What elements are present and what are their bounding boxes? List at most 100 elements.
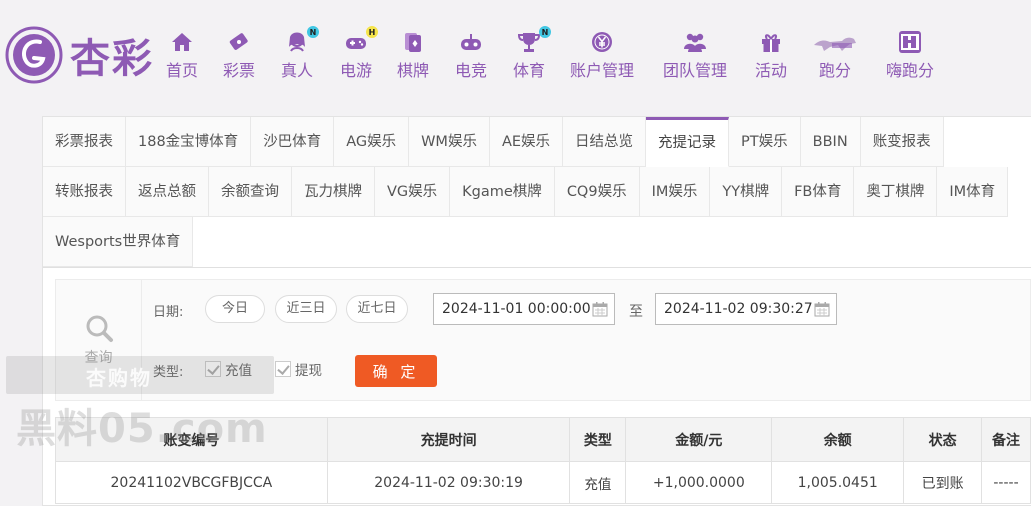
nav-label: 首页 (166, 61, 199, 80)
date-range-separator: 至 (629, 304, 643, 320)
confirm-button[interactable]: 确 定 (355, 355, 437, 387)
checkbox-box (205, 361, 221, 377)
nav-label: 电游 (340, 61, 373, 80)
tab-balance-change-report[interactable]: 账变报表 (860, 117, 944, 167)
start-date-value: 2024-11-01 00:00:00 (442, 301, 591, 317)
tab-balance-query[interactable]: 余额查询 (209, 167, 292, 217)
tab-fb-sports[interactable]: FB体育 (782, 167, 855, 217)
col-header: 账变编号 (55, 417, 328, 462)
quick-7days[interactable]: 近七日 (346, 295, 408, 323)
date-label: 日期: (153, 305, 184, 320)
tab-ag[interactable]: AG娱乐 (334, 117, 410, 167)
tabs-row-1: 彩票报表 188金宝博体育 沙巴体育 AG娱乐 WM娱乐 AE娱乐 日结总览 充… (43, 117, 944, 167)
tab-im-sports[interactable]: IM体育 (937, 167, 1009, 217)
nav-label: 团队管理 (663, 61, 728, 80)
tabs-row-2: 转账报表 返点总额 余额查询 瓦力棋牌 VG娱乐 Kgame棋牌 CQ9娱乐 I… (43, 167, 1009, 217)
end-date-value: 2024-11-02 09:30:27 (664, 301, 813, 317)
tab-wesports[interactable]: Wesports世界体育 (43, 217, 194, 267)
quick-3days[interactable]: 近三日 (275, 295, 337, 323)
record-id: 20241102VBCGFBJCCA (55, 461, 328, 504)
record-status: 已到账 (903, 461, 983, 504)
tab-rebate-total[interactable]: 返点总额 (126, 167, 209, 217)
tab-ae[interactable]: AE娱乐 (489, 117, 564, 167)
logo[interactable]: 杏彩 (4, 24, 164, 86)
nav-label: 嗨跑分 (886, 61, 935, 80)
nav-live[interactable]: N 真人 (281, 26, 319, 81)
quick-today[interactable]: 今日 (205, 295, 265, 323)
gamepad-icon: H (343, 26, 378, 54)
tabs-row-3: Wesports世界体育 (43, 217, 194, 267)
search-side[interactable]: 查询 (56, 280, 142, 400)
checkbox-label: 提现 (295, 363, 322, 379)
nav-running-score[interactable]: 跑分 (812, 30, 858, 81)
nav-account[interactable]: 账户管理 (570, 30, 634, 81)
end-date-input[interactable]: 2024-11-02 09:30:27 (655, 293, 837, 325)
nav-lottery[interactable]: 彩票 (223, 30, 255, 81)
tab-wm[interactable]: WM娱乐 (409, 117, 490, 167)
nav-sports[interactable]: N 体育 (513, 26, 551, 81)
search-side-label: 查询 (84, 350, 113, 366)
report-panel: 彩票报表 188金宝博体育 沙巴体育 AG娱乐 WM娱乐 AE娱乐 日结总览 充… (42, 116, 1031, 506)
table-row: 20241102VBCGFBJCCA 2024-11-02 09:30:19 充… (55, 461, 1031, 504)
tab-deposit-withdraw-records[interactable]: 充提记录 (646, 117, 730, 167)
tab-daily-overview[interactable]: 日结总览 (563, 117, 647, 167)
home-icon (169, 30, 195, 54)
nav-label: 体育 (513, 61, 546, 80)
nav-hi-running-score[interactable]: 嗨跑分 (886, 30, 934, 81)
type-label: 类型: (153, 365, 184, 380)
nav-slots[interactable]: H 电游 (340, 26, 378, 81)
running-dog-icon (812, 30, 858, 54)
col-header: 金额/元 (625, 417, 773, 462)
nav-label: 电竞 (455, 61, 488, 80)
tab-transfer-report[interactable]: 转账报表 (43, 167, 126, 217)
esports-controller-icon (458, 30, 484, 54)
col-header: 状态 (903, 417, 983, 462)
new-badge: N (539, 26, 551, 38)
type-deposit-checkbox[interactable]: 充值 (205, 359, 252, 379)
lottery-ticket-icon (226, 30, 252, 54)
record-balance: 1,005.0451 (771, 461, 905, 504)
brand-name: 杏彩 (70, 35, 154, 82)
record-time: 2024-11-02 09:30:19 (326, 461, 571, 504)
record-note: ----- (981, 461, 1031, 504)
nav-label: 彩票 (223, 61, 256, 80)
nav-activity[interactable]: 活动 (755, 30, 787, 81)
tab-bbin[interactable]: BBIN (800, 117, 861, 167)
col-header: 余额 (771, 417, 905, 462)
new-badge: N (307, 26, 319, 38)
yen-coin-icon (589, 30, 615, 54)
tab-im[interactable]: IM娱乐 (639, 167, 711, 217)
header: 杏彩 首页 彩票 N 真人 H 电游 棋牌 电竞 N 体育 账户管理 团队管理 … (0, 0, 1031, 100)
hi-badge-icon (897, 30, 923, 54)
tab-wali-cards[interactable]: 瓦力棋牌 (292, 167, 375, 217)
tab-vg[interactable]: VG娱乐 (375, 167, 451, 217)
tab-pt[interactable]: PT娱乐 (729, 117, 801, 167)
col-header: 充提时间 (326, 417, 571, 462)
record-amount: +1,000.0000 (625, 461, 773, 504)
nav-team[interactable]: 团队管理 (663, 30, 727, 81)
nav-esports[interactable]: 电竞 (455, 30, 487, 81)
start-date-input[interactable]: 2024-11-01 00:00:00 (433, 293, 615, 325)
tabs-divider (43, 267, 1031, 268)
tab-yy-cards[interactable]: YY棋牌 (710, 167, 783, 217)
col-header: 类型 (569, 417, 627, 462)
table-header-row: 账变编号 充提时间 类型 金额/元 余额 状态 备注 (55, 417, 1031, 462)
calendar-icon (592, 302, 608, 317)
gift-icon (758, 30, 784, 54)
tab-saba-sports[interactable]: 沙巴体育 (251, 117, 335, 167)
nav-home[interactable]: 首页 (166, 30, 198, 81)
tab-188-sports[interactable]: 188金宝博体育 (126, 117, 252, 167)
tab-cq9[interactable]: CQ9娱乐 (554, 167, 640, 217)
records-table: 账变编号 充提时间 类型 金额/元 余额 状态 备注 20241102VBCGF… (55, 417, 1031, 504)
nav-cards[interactable]: 棋牌 (397, 30, 429, 81)
tab-kgame-cards[interactable]: Kgame棋牌 (450, 167, 555, 217)
tab-odin-cards[interactable]: 奥丁棋牌 (854, 167, 938, 217)
type-withdraw-checkbox[interactable]: 提现 (275, 359, 322, 379)
search-icon (86, 315, 113, 342)
checkbox-label: 充值 (225, 363, 252, 379)
team-icon (682, 30, 708, 54)
nav-label: 跑分 (818, 61, 851, 80)
live-dealer-icon: N (284, 26, 319, 54)
nav-label: 棋牌 (397, 61, 430, 80)
tab-lottery-report[interactable]: 彩票报表 (43, 117, 126, 167)
